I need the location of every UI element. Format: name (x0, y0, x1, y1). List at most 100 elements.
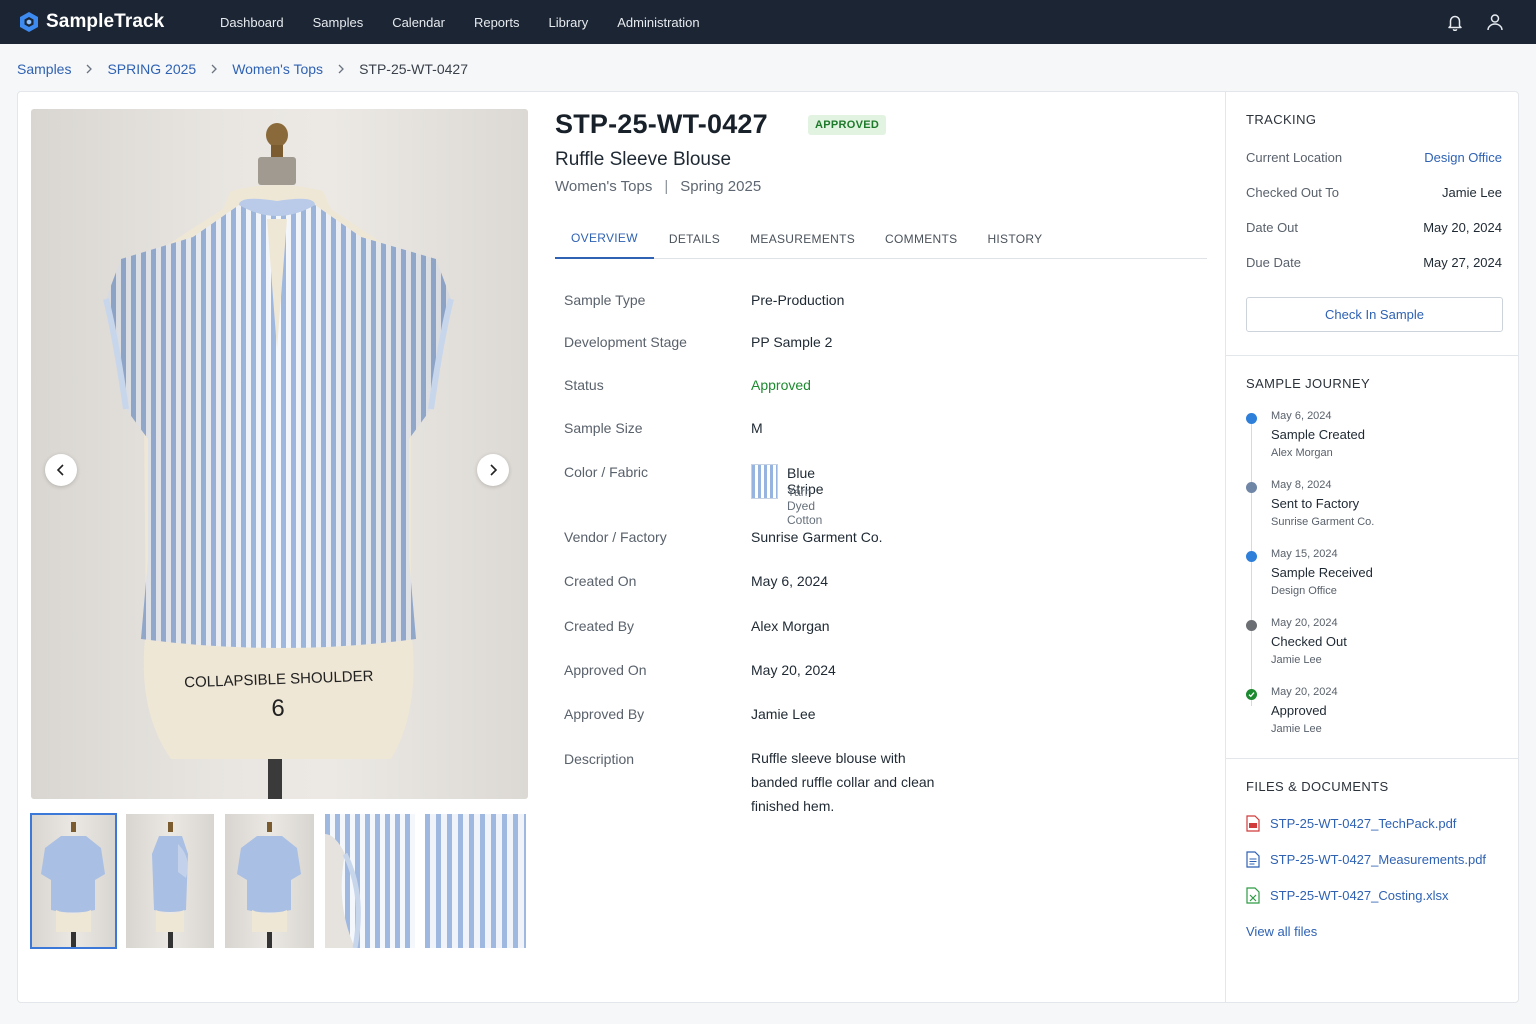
tracking-label-date-out: Date Out (1246, 220, 1299, 235)
dress-form-size: 6 (271, 695, 284, 722)
tab-comments[interactable]: COMMENTS (870, 219, 972, 259)
right-side-panel: TRACKING Current Location Design Office … (1225, 92, 1519, 1002)
file-name: STP-25-WT-0427_Costing.xlsx (1270, 888, 1449, 903)
journey-actor: Design Office (1271, 585, 1337, 597)
field-value-vendor: Sunrise Garment Co. (751, 529, 883, 545)
file-measurements[interactable]: STP-25-WT-0427_Measurements.pdf (1246, 851, 1486, 868)
notification-bell-icon[interactable] (1446, 13, 1464, 31)
field-label-created-by: Created By (564, 618, 635, 634)
field-value-sample-type: Pre-Production (751, 292, 845, 308)
field-value-created-on: May 6, 2024 (751, 573, 829, 589)
breadcrumb-category[interactable]: Women's Tops (232, 61, 323, 77)
nav-library[interactable]: Library (548, 15, 588, 30)
field-value-status: Approved (751, 377, 811, 393)
chevron-left-icon (56, 464, 64, 476)
tab-overview[interactable]: OVERVIEW (555, 219, 654, 259)
chevron-right-icon (210, 64, 218, 74)
check-circle-icon (1246, 689, 1257, 700)
thumbnail-fabric-swatch[interactable] (425, 814, 526, 948)
separator: | (664, 178, 669, 195)
sample-id-heading: STP-25-WT-0427 (555, 109, 768, 139)
next-image-button[interactable] (477, 454, 509, 486)
breadcrumb-season[interactable]: SPRING 2025 (107, 61, 196, 77)
field-label-created-on: Created On (564, 573, 637, 589)
timeline-dot-checked-out (1246, 620, 1257, 631)
journey-event: Sent to Factory (1271, 496, 1360, 511)
tracking-label-due-date: Due Date (1246, 255, 1301, 270)
field-label-status: Status (564, 377, 604, 393)
main-product-image: COLLAPSIBLE SHOULDER 6 (31, 109, 528, 799)
blouse-on-dress-form-image: COLLAPSIBLE SHOULDER 6 (103, 123, 454, 799)
field-value-development-stage: PP Sample 2 (751, 334, 833, 350)
timeline-dot-received (1246, 551, 1257, 562)
field-label-development-stage: Development Stage (564, 334, 687, 350)
tracking-label-checked-out-to: Checked Out To (1246, 185, 1339, 200)
breadcrumb-samples[interactable]: Samples (17, 61, 71, 77)
nav-administration[interactable]: Administration (617, 15, 699, 30)
thumbnail-ruffle-detail[interactable] (325, 814, 415, 948)
section-divider (1226, 355, 1519, 356)
journey-event: Approved (1271, 703, 1327, 718)
breadcrumb: Samples SPRING 2025 Women's Tops STP-25-… (17, 60, 468, 78)
journey-date: May 20, 2024 (1271, 686, 1338, 698)
tracking-label-location: Current Location (1246, 150, 1343, 165)
file-techpack[interactable]: STP-25-WT-0427_TechPack.pdf (1246, 815, 1456, 832)
journey-event: Checked Out (1271, 634, 1347, 649)
tracking-value-checked-out-to: Jamie Lee (1442, 185, 1502, 200)
journey-event: Sample Created (1271, 427, 1365, 442)
document-file-icon (1246, 851, 1260, 868)
check-in-sample-button[interactable]: Check In Sample (1246, 297, 1503, 332)
field-value-created-by: Alex Morgan (751, 618, 830, 634)
previous-image-button[interactable] (45, 454, 77, 486)
journey-date: May 6, 2024 (1271, 410, 1332, 422)
tab-measurements[interactable]: MEASUREMENTS (735, 219, 870, 259)
field-value-approved-on: May 20, 2024 (751, 662, 836, 678)
tracking-value-due-date: May 27, 2024 (1423, 255, 1502, 270)
user-profile-icon[interactable] (1486, 13, 1504, 31)
breadcrumb-current: STP-25-WT-0427 (359, 61, 468, 77)
sampletrack-logo-icon (20, 12, 38, 32)
field-value-approved-by: Jamie Lee (751, 706, 816, 722)
main-nav: Dashboard Samples Calendar Reports Libra… (220, 0, 729, 44)
field-value-fabric: Yarn Dyed Cotton (787, 485, 823, 527)
tracking-value-location[interactable]: Design Office (1424, 150, 1502, 165)
tab-history[interactable]: HISTORY (972, 219, 1057, 259)
timeline-dot-sent (1246, 482, 1257, 493)
sample-name: Ruffle Sleeve Blouse (555, 149, 732, 170)
timeline-dot-created (1246, 413, 1257, 424)
file-costing[interactable]: STP-25-WT-0427_Costing.xlsx (1246, 887, 1448, 904)
chevron-right-icon (337, 64, 345, 74)
chevron-right-icon (85, 64, 93, 74)
spreadsheet-file-icon (1246, 887, 1260, 904)
nav-dashboard[interactable]: Dashboard (220, 15, 284, 30)
field-label-sample-type: Sample Type (564, 292, 646, 308)
chevron-right-icon (490, 464, 498, 476)
nav-samples[interactable]: Samples (313, 15, 364, 30)
view-all-files-link[interactable]: View all files (1246, 924, 1317, 939)
field-value-sample-size: M (751, 420, 763, 436)
files-title: FILES & DOCUMENTS (1246, 779, 1389, 794)
field-label-color-fabric: Color / Fabric (564, 464, 649, 480)
field-label-description: Description (564, 751, 635, 767)
thumbnail-side[interactable] (126, 814, 214, 948)
journey-actor: Jamie Lee (1271, 723, 1322, 735)
sample-category: Women's Tops (555, 178, 653, 195)
nav-calendar[interactable]: Calendar (392, 15, 445, 30)
field-label-vendor: Vendor / Factory (564, 529, 667, 545)
field-label-approved-by: Approved By (564, 706, 645, 722)
brand[interactable]: SampleTrack (18, 11, 220, 33)
tab-details[interactable]: DETAILS (654, 219, 735, 259)
image-thumbnails (30, 813, 526, 949)
status-badge: APPROVED (808, 115, 887, 135)
sample-detail-card: COLLAPSIBLE SHOULDER 6 STP-25-WT-0427 AP… (17, 91, 1519, 1003)
thumbnail-back[interactable] (225, 814, 314, 948)
thumbnail-front[interactable] (30, 813, 117, 949)
file-name: STP-25-WT-0427_Measurements.pdf (1270, 852, 1487, 867)
pdf-file-icon (1246, 815, 1260, 832)
journey-timeline-line (1251, 419, 1252, 706)
sample-season: Spring 2025 (680, 178, 762, 195)
journey-actor: Jamie Lee (1271, 654, 1322, 666)
tracking-value-date-out: May 20, 2024 (1423, 220, 1502, 235)
section-divider (1226, 758, 1519, 759)
nav-reports[interactable]: Reports (474, 15, 520, 30)
